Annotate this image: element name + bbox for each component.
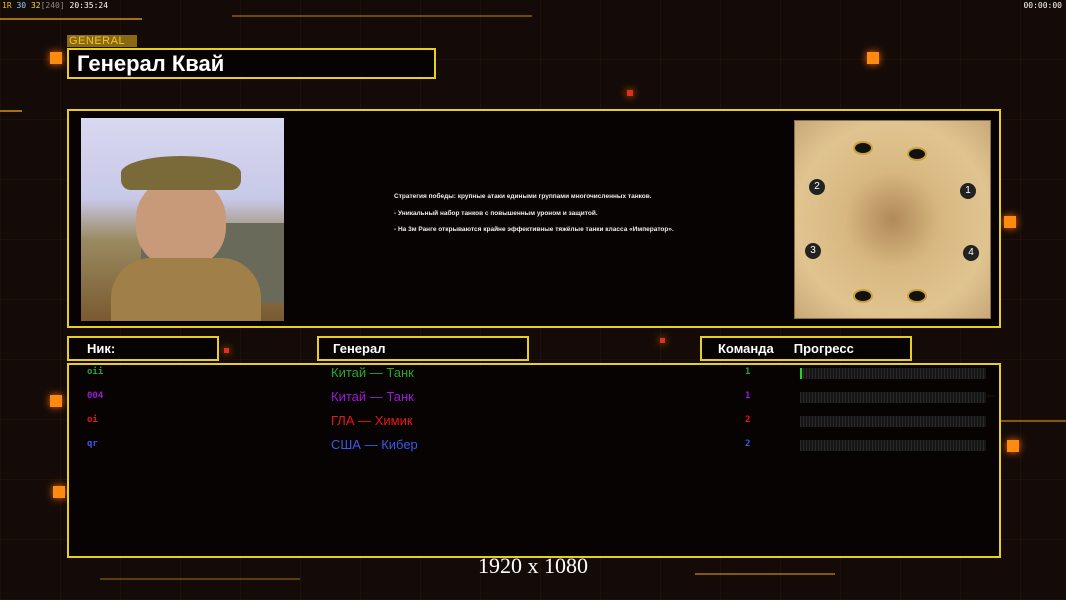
oil-derrick — [853, 289, 873, 303]
decor-square — [50, 52, 62, 64]
decor-square — [50, 395, 62, 407]
decor-line — [0, 110, 22, 112]
start-position-4: 4 — [963, 245, 979, 261]
player-nick: oii — [87, 367, 104, 377]
fps-c: 32 — [30, 1, 41, 10]
player-nick: qr — [87, 439, 98, 449]
decor-line — [1000, 420, 1066, 422]
decor-square — [224, 348, 229, 353]
uniform-shape — [111, 258, 261, 321]
general-description: Стратегия победы: крупные атаки едиными … — [394, 193, 704, 243]
map-preview: 2 1 3 4 — [794, 120, 991, 319]
start-position-1: 1 — [960, 183, 976, 199]
player-team: 2 — [745, 415, 751, 425]
decor-line — [0, 18, 142, 20]
player-general: ГЛА — Химик — [331, 413, 413, 428]
description-line: - Уникальный набор танков с повышенным у… — [394, 209, 598, 217]
decor-square — [867, 52, 879, 64]
cap-shape — [121, 156, 241, 190]
decor-square — [627, 90, 633, 96]
game-clock: 00:00:00 — [1023, 1, 1062, 10]
description-line: Стратегия победы: крупные атаки едиными … — [394, 193, 652, 200]
decor-square — [53, 486, 65, 498]
oil-derrick — [907, 289, 927, 303]
player-general: Китай — Танк — [331, 389, 414, 404]
general-portrait — [81, 118, 284, 321]
player-nick: 004 — [87, 391, 104, 401]
decor-square — [1004, 216, 1016, 228]
fps-counter: 1R 30 32[240] 20:35:24 — [2, 1, 108, 10]
progress-bar — [800, 368, 986, 379]
start-position-2: 2 — [809, 179, 825, 195]
column-header-team-progress: Команда Прогресс — [700, 336, 912, 361]
description-line: - На 3м Ранге открываются крайне эффекти… — [394, 226, 674, 233]
decor-square — [660, 338, 665, 343]
progress-bar — [800, 440, 986, 451]
progress-bar — [800, 392, 986, 403]
player-team: 2 — [745, 439, 751, 449]
fps-b: 30 — [16, 1, 27, 10]
decor-square — [1007, 440, 1019, 452]
decor-line — [232, 15, 532, 17]
player-team: 1 — [745, 391, 751, 401]
player-row: 004 Китай — Танк 1 — [69, 389, 1003, 409]
general-tag: GENERAL — [67, 35, 137, 47]
time: 20:35:24 — [69, 1, 109, 10]
column-header-nick: Ник: — [67, 336, 219, 361]
fps-a: 1R — [2, 1, 12, 10]
player-general: Китай — Танк — [331, 365, 414, 380]
progress-bar — [800, 416, 986, 427]
player-team: 1 — [745, 367, 751, 377]
player-row: oii Китай — Танк 1 — [69, 365, 1003, 385]
oil-derrick — [907, 147, 927, 161]
oil-derrick — [853, 141, 873, 155]
player-row: oi ГЛА — Химик 2 — [69, 413, 1003, 433]
column-header-progress: Прогресс — [793, 341, 854, 356]
fps-d: [240] — [40, 1, 65, 10]
start-position-3: 3 — [805, 243, 821, 259]
player-general: США — Кибер — [331, 437, 418, 452]
face-shape — [136, 178, 226, 268]
column-header-general: Генерал — [317, 336, 529, 361]
column-header-team: Команда — [718, 341, 774, 356]
resolution-label: 1920 x 1080 — [478, 553, 588, 578]
progress-fill — [800, 368, 802, 379]
player-row: qr США — Кибер 2 — [69, 437, 1003, 457]
general-name-title: Генерал Квай — [67, 48, 436, 79]
player-nick: oi — [87, 415, 98, 425]
